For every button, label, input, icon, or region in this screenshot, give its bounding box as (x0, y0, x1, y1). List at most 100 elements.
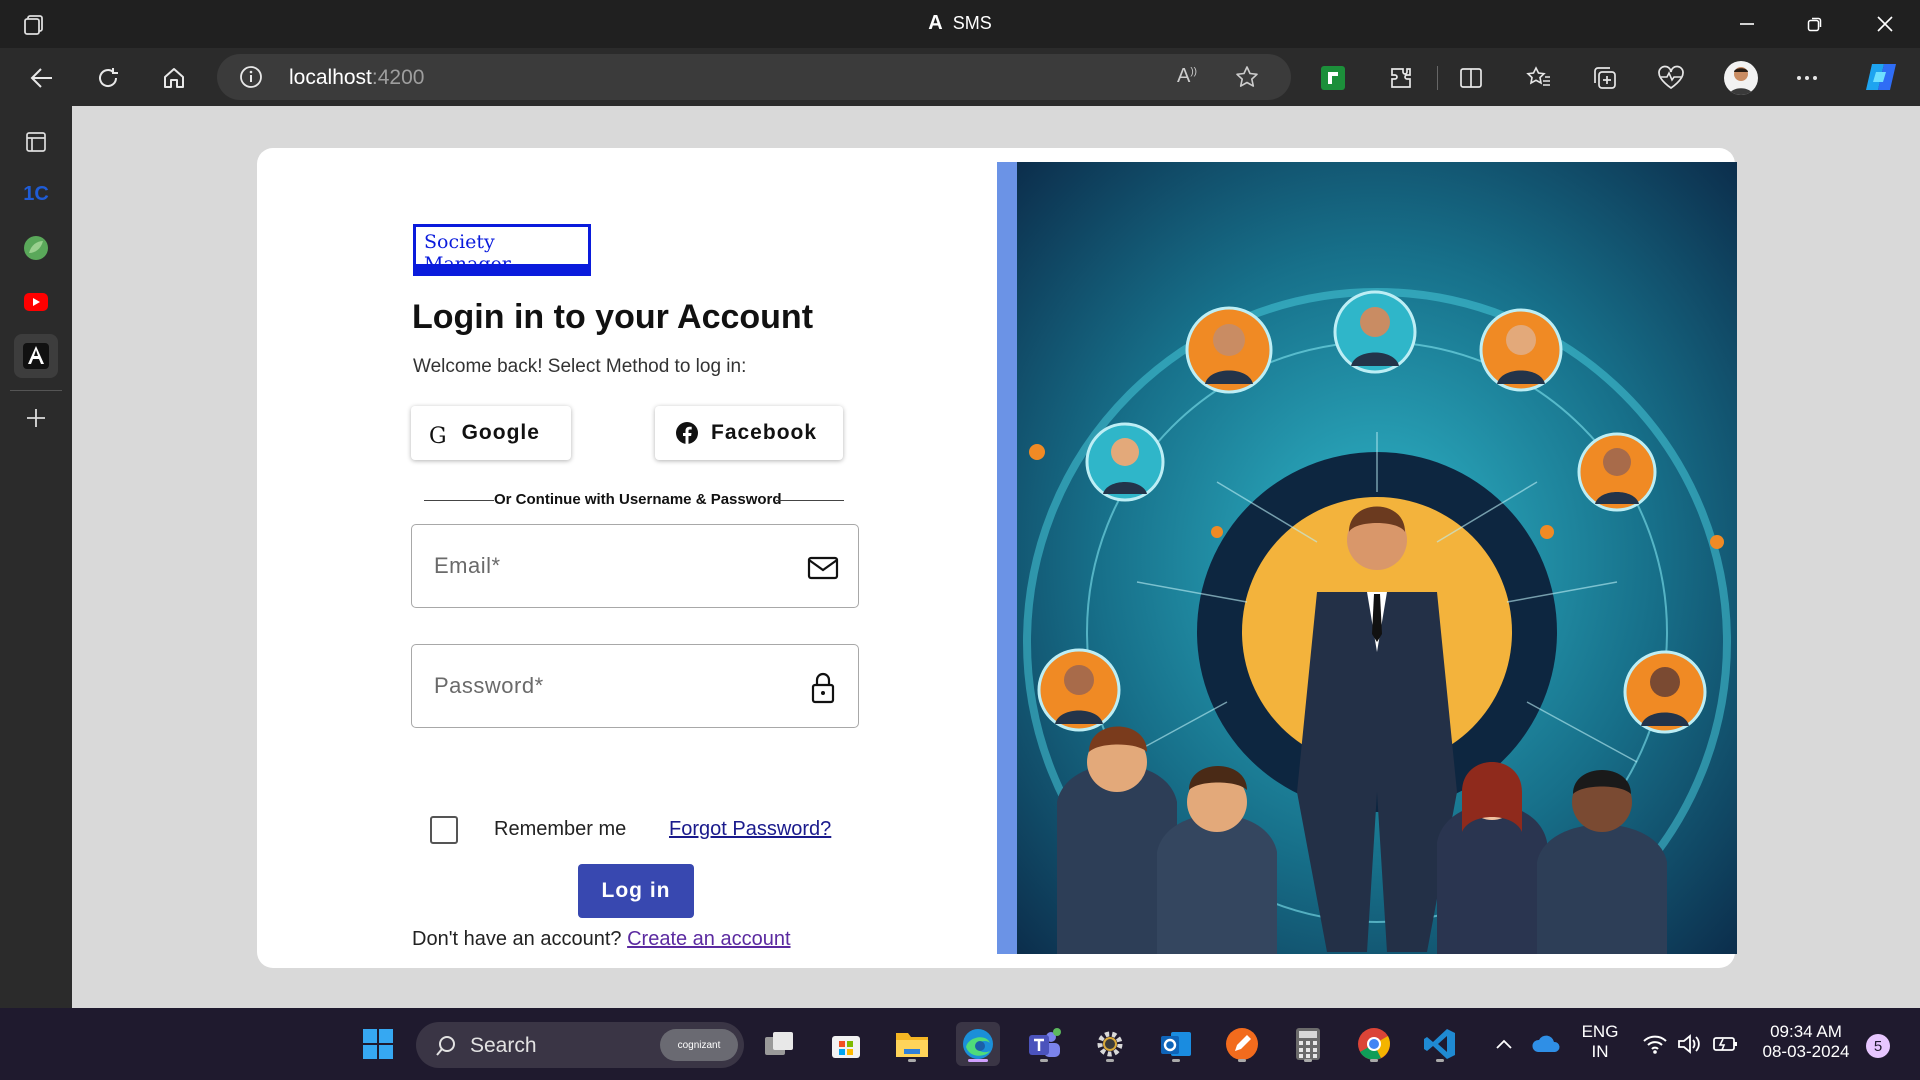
more-icon[interactable] (1792, 63, 1822, 93)
google-button-label: Google (461, 421, 540, 444)
home-icon (164, 68, 184, 88)
microsoft-store-icon[interactable] (824, 1022, 868, 1066)
edge-browser-icon[interactable] (956, 1022, 1000, 1066)
copilot-icon[interactable] (1862, 58, 1900, 96)
restore-icon (1807, 17, 1822, 32)
divider-text: Or Continue with Username & Password (494, 491, 782, 508)
pen-app-icon[interactable] (1220, 1022, 1264, 1066)
add-icon[interactable] (14, 396, 58, 440)
page-viewport: Society Manager Login in to your Account… (72, 106, 1920, 1008)
teams-icon[interactable] (1022, 1022, 1066, 1066)
page-subtitle: Welcome back! Select Method to log in: (413, 356, 747, 377)
search-label: Search (470, 1034, 537, 1057)
angular-icon: A (928, 12, 943, 34)
favorite-star-icon[interactable] (1235, 65, 1259, 89)
split-screen-icon[interactable] (1456, 63, 1486, 93)
clock[interactable]: 09:34 AM 08-03-2024 (1754, 1022, 1858, 1062)
vscode-icon[interactable] (1418, 1022, 1462, 1066)
toolbar-separator (1437, 66, 1438, 90)
back-button[interactable] (22, 58, 62, 98)
close-button[interactable] (1852, 0, 1918, 48)
chrome-icon[interactable] (1352, 1022, 1396, 1066)
lock-icon (811, 672, 835, 704)
google-icon: G (429, 423, 448, 449)
calculator-icon[interactable] (1286, 1022, 1330, 1066)
facebook-login-button[interactable]: Facebook (655, 406, 843, 460)
divider-line-right (776, 500, 844, 501)
settings-gear-icon[interactable] (1088, 1022, 1132, 1066)
tab-actions-icon[interactable] (14, 120, 58, 164)
collections-icon[interactable] (1590, 63, 1620, 93)
battery-icon[interactable] (1708, 1022, 1742, 1066)
sidebar-separator (10, 390, 62, 391)
running-indicator (1172, 1059, 1180, 1062)
language-region: IN (1591, 1042, 1609, 1061)
angular-app-icon[interactable] (14, 334, 58, 378)
onedrive-icon[interactable] (1528, 1022, 1564, 1066)
site-info-icon[interactable] (239, 65, 263, 89)
wifi-icon[interactable] (1638, 1022, 1672, 1066)
signup-prompt-text: Don't have an account? (412, 928, 622, 950)
youtube-icon[interactable] (14, 280, 58, 324)
remember-me-checkbox[interactable] (430, 816, 458, 844)
minimize-button[interactable] (1714, 0, 1780, 48)
window-title-bar: A SMS (0, 0, 1920, 48)
login-button[interactable]: Log in (578, 864, 694, 918)
login-divider: Or Continue with Username & Password (424, 491, 844, 511)
divider-line-left (424, 500, 494, 501)
clock-time: 09:34 AM (1770, 1022, 1842, 1041)
notification-badge[interactable]: 5 (1866, 1034, 1890, 1058)
taskbar-search[interactable]: Search cognizant (416, 1022, 744, 1068)
running-indicator (1238, 1059, 1246, 1062)
refresh-icon (99, 68, 118, 87)
start-button[interactable] (356, 1022, 400, 1066)
volume-icon[interactable] (1672, 1022, 1706, 1066)
minimize-icon (1740, 23, 1754, 25)
browser-sidebar: 1C (0, 106, 72, 1008)
running-indicator (1106, 1059, 1114, 1062)
language-indicator[interactable]: ENG IN (1576, 1022, 1624, 1062)
leaf-app-icon[interactable] (14, 226, 58, 270)
workspaces-icon[interactable] (22, 11, 48, 37)
read-aloud-icon[interactable]: A)) (1177, 65, 1201, 89)
window-title-text: SMS (952, 13, 992, 33)
login-card: Society Manager Login in to your Account… (257, 148, 1737, 968)
google-login-button[interactable]: G Google (411, 406, 571, 460)
task-view-icon[interactable] (758, 1022, 802, 1066)
browser-essentials-icon[interactable] (1656, 63, 1686, 93)
browser-toolbar: localhost:4200 A)) (0, 48, 1920, 106)
email-placeholder: Email* (434, 553, 501, 578)
extensions-icon[interactable] (1386, 63, 1416, 93)
back-arrow-icon (30, 68, 52, 88)
email-field[interactable]: Email* (411, 524, 859, 608)
outlook-icon[interactable] (1154, 1022, 1198, 1066)
windows-logo-icon (363, 1029, 393, 1059)
hero-illustration (997, 162, 1737, 954)
running-indicator (1436, 1059, 1444, 1062)
file-explorer-icon[interactable] (890, 1022, 934, 1066)
refresh-button[interactable] (88, 58, 128, 98)
remember-me-label[interactable]: Remember me (494, 818, 626, 841)
url-text[interactable]: localhost:4200 (289, 66, 424, 90)
page-title: Login in to your Account (412, 298, 814, 336)
forgot-password-link[interactable]: Forgot Password? (669, 818, 831, 841)
close-icon (1877, 16, 1893, 32)
windows-taskbar: Search cognizant ENG IN 09:34 AM 08-03-2… (0, 1008, 1920, 1080)
show-hidden-icons-chevron[interactable] (1490, 1022, 1518, 1066)
home-button[interactable] (154, 58, 194, 98)
profile-avatar[interactable] (1724, 61, 1758, 95)
favorites-icon[interactable] (1524, 63, 1554, 93)
running-indicator (1304, 1059, 1312, 1062)
running-indicator (1040, 1059, 1048, 1062)
brand-logo: Society Manager (413, 224, 591, 276)
team-illustration (1017, 162, 1737, 954)
extension-green-icon[interactable] (1318, 63, 1348, 93)
restore-button[interactable] (1782, 0, 1848, 48)
password-placeholder: Password* (434, 673, 544, 698)
password-field[interactable]: Password* (411, 644, 859, 728)
address-bar[interactable]: localhost:4200 A)) (217, 54, 1291, 100)
onec-icon[interactable]: 1C (14, 172, 58, 216)
window-title: A SMS (928, 12, 991, 35)
signup-prompt: Don't have an account? Create an account (412, 928, 791, 951)
create-account-link[interactable]: Create an account (627, 928, 790, 950)
